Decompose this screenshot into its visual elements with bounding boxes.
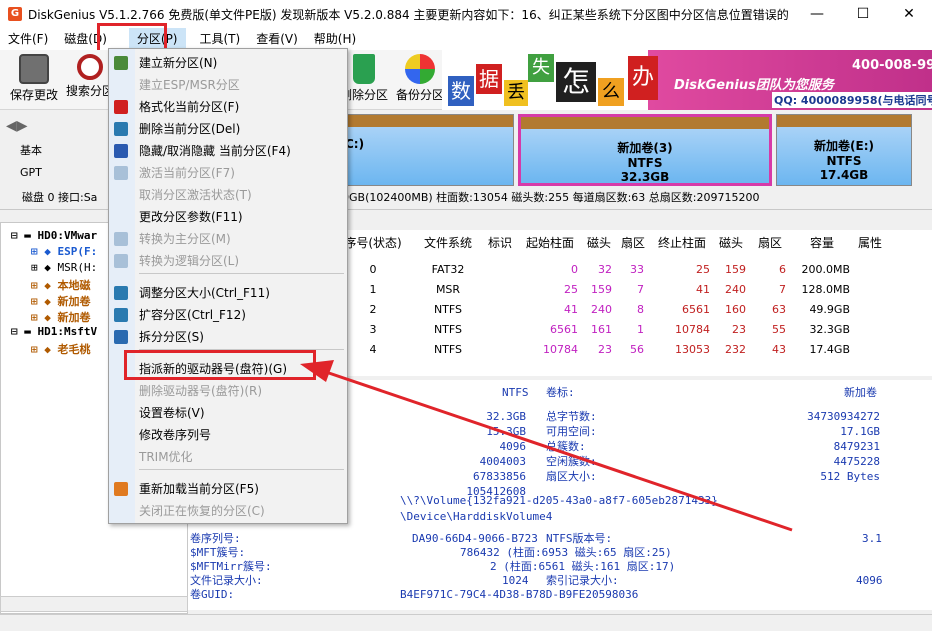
annotation-arrow bbox=[300, 360, 793, 532]
